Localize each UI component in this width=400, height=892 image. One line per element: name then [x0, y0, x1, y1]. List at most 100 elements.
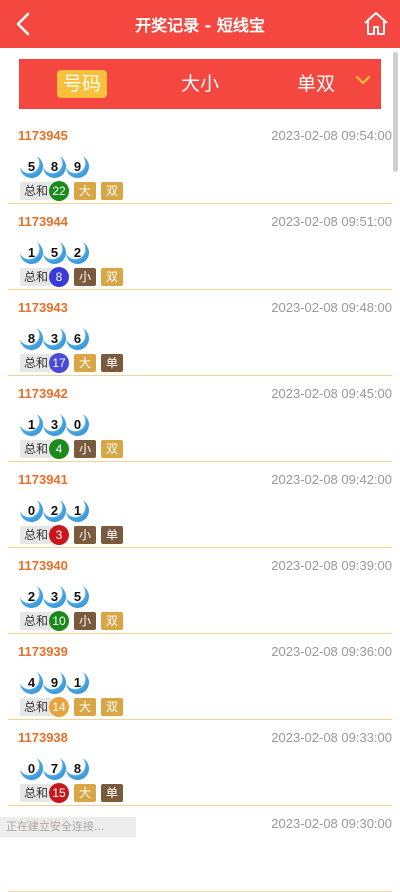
record-row: 1173938 2023-02-08 09:33:00 0 7 8 总和 15 大单: [8, 720, 392, 806]
sum-label: 总和: [20, 353, 53, 372]
number-ball: 2: [20, 585, 43, 608]
draw-time: 2023-02-08 09:42:00: [271, 472, 392, 487]
sum-label: 总和: [20, 181, 53, 200]
ball-number: 3: [50, 331, 59, 346]
ball-number: 5: [73, 589, 82, 604]
ball-number: 8: [50, 159, 59, 174]
sum-value: 10: [49, 610, 70, 631]
ball-group: 836: [20, 327, 89, 351]
sum-label: 总和: [20, 439, 53, 458]
sum-line: 总和 14 大双: [20, 696, 124, 717]
size-badge: 大: [74, 783, 97, 802]
issue-number: 1173939: [18, 644, 68, 659]
number-ball: 5: [43, 241, 66, 264]
parity-badge: 双: [101, 611, 124, 630]
record-row: 1173939 2023-02-08 09:36:00 4 9 1 总和 14 大双: [8, 634, 392, 720]
sum-value: 8: [49, 266, 70, 287]
parity-badge: 双: [101, 439, 124, 458]
number-ball: 1: [20, 413, 43, 436]
number-ball: 3: [43, 585, 66, 608]
ball-group: 130: [20, 413, 89, 437]
number-ball: 9: [43, 671, 66, 694]
sum-line: 总和 10 小双: [20, 610, 124, 631]
number-ball: 8: [43, 155, 66, 178]
ball-number: 2: [50, 503, 59, 518]
sum-label: 总和: [20, 697, 53, 716]
sum-value: 14: [49, 696, 70, 717]
number-ball: 1: [20, 241, 43, 264]
ball-number: 4: [27, 675, 36, 690]
tab-parity[interactable]: 单双: [295, 70, 337, 98]
draw-time: 2023-02-08 09:36:00: [271, 644, 392, 659]
size-badge: 小: [74, 525, 97, 544]
record-row: 1173940 2023-02-08 09:39:00 2 3 5 总和 10 小双: [8, 548, 392, 634]
ball-number: 1: [27, 245, 36, 260]
ball-number: 8: [73, 761, 82, 776]
number-ball: 0: [20, 499, 43, 522]
number-ball: 4: [20, 671, 43, 694]
draw-time: 2023-02-08 09:54:00: [271, 128, 392, 143]
ball-number: 5: [50, 245, 59, 260]
sum-line: 总和 8 小双: [20, 266, 124, 287]
draw-time: 2023-02-08 09:51:00: [271, 214, 392, 229]
ball-number: 0: [27, 503, 36, 518]
sum-line: 总和 3 小单: [20, 524, 124, 545]
ball-number: 3: [50, 417, 59, 432]
number-ball: 9: [66, 155, 89, 178]
parity-badge: 双: [101, 181, 124, 200]
sum-label: 总和: [20, 783, 53, 802]
size-badge: 大: [74, 181, 97, 200]
parity-badge: 双: [101, 697, 124, 716]
size-badge: 大: [74, 697, 97, 716]
ball-number: 9: [73, 159, 82, 174]
sum-value: 17: [49, 352, 70, 373]
number-ball: 6: [66, 327, 89, 350]
sum-line: 总和 22 大双: [20, 180, 124, 201]
number-ball: 8: [66, 757, 89, 780]
ball-number: 6: [73, 331, 82, 346]
issue-number: 1173944: [18, 214, 68, 229]
ball-group: 021: [20, 499, 89, 523]
ball-number: 0: [27, 761, 36, 776]
connection-status: 正在建立安全连接...: [0, 817, 136, 837]
issue-number: 1173941: [18, 472, 68, 487]
sum-label: 总和: [20, 267, 53, 286]
draw-time: 2023-02-08 09:45:00: [271, 386, 392, 401]
draw-time: 2023-02-08 09:48:00: [271, 300, 392, 315]
number-ball: 0: [66, 413, 89, 436]
ball-number: 2: [27, 589, 36, 604]
sum-value: 3: [49, 524, 70, 545]
parity-badge: 单: [101, 783, 124, 802]
issue-number: 1173940: [18, 558, 68, 573]
parity-badge: 单: [101, 525, 124, 544]
home-icon[interactable]: [362, 9, 390, 37]
size-badge: 小: [74, 611, 97, 630]
ball-number: 9: [50, 675, 59, 690]
issue-number: 1173943: [18, 300, 68, 315]
tab-size[interactable]: 大小: [179, 70, 221, 98]
record-row: 1173944 2023-02-08 09:51:00 1 5 2 总和 8 小双: [8, 204, 392, 290]
number-ball: 3: [43, 327, 66, 350]
ball-number: 8: [27, 331, 36, 346]
number-ball: 2: [43, 499, 66, 522]
issue-number: 1173942: [18, 386, 68, 401]
size-badge: 大: [74, 353, 97, 372]
draw-time: 2023-02-08 09:39:00: [271, 558, 392, 573]
tab-number[interactable]: 号码: [57, 70, 108, 98]
size-badge: 小: [74, 267, 97, 286]
chevron-down-icon[interactable]: [355, 72, 371, 88]
ball-number: 1: [27, 417, 36, 432]
ball-number: 2: [73, 245, 82, 260]
record-row: 1173945 2023-02-08 09:54:00 5 8 9 总和 22 大双: [8, 118, 392, 204]
ball-number: 3: [50, 589, 59, 604]
ball-number: 1: [73, 675, 82, 690]
sum-value: 22: [49, 180, 70, 201]
number-ball: 1: [66, 671, 89, 694]
draw-record-list: 1173945 2023-02-08 09:54:00 5 8 9 总和 22 大双 11739…: [0, 118, 400, 892]
top-bar: 开奖记录 - 短线宝: [0, 0, 400, 48]
number-ball: 1: [66, 499, 89, 522]
number-ball: 8: [20, 327, 43, 350]
record-row: 1173943 2023-02-08 09:48:00 8 3 6 总和 17 大单: [8, 290, 392, 376]
issue-number: 1173945: [18, 128, 68, 143]
record-row: 1173942 2023-02-08 09:45:00 1 3 0 总和 4 小双: [8, 376, 392, 462]
